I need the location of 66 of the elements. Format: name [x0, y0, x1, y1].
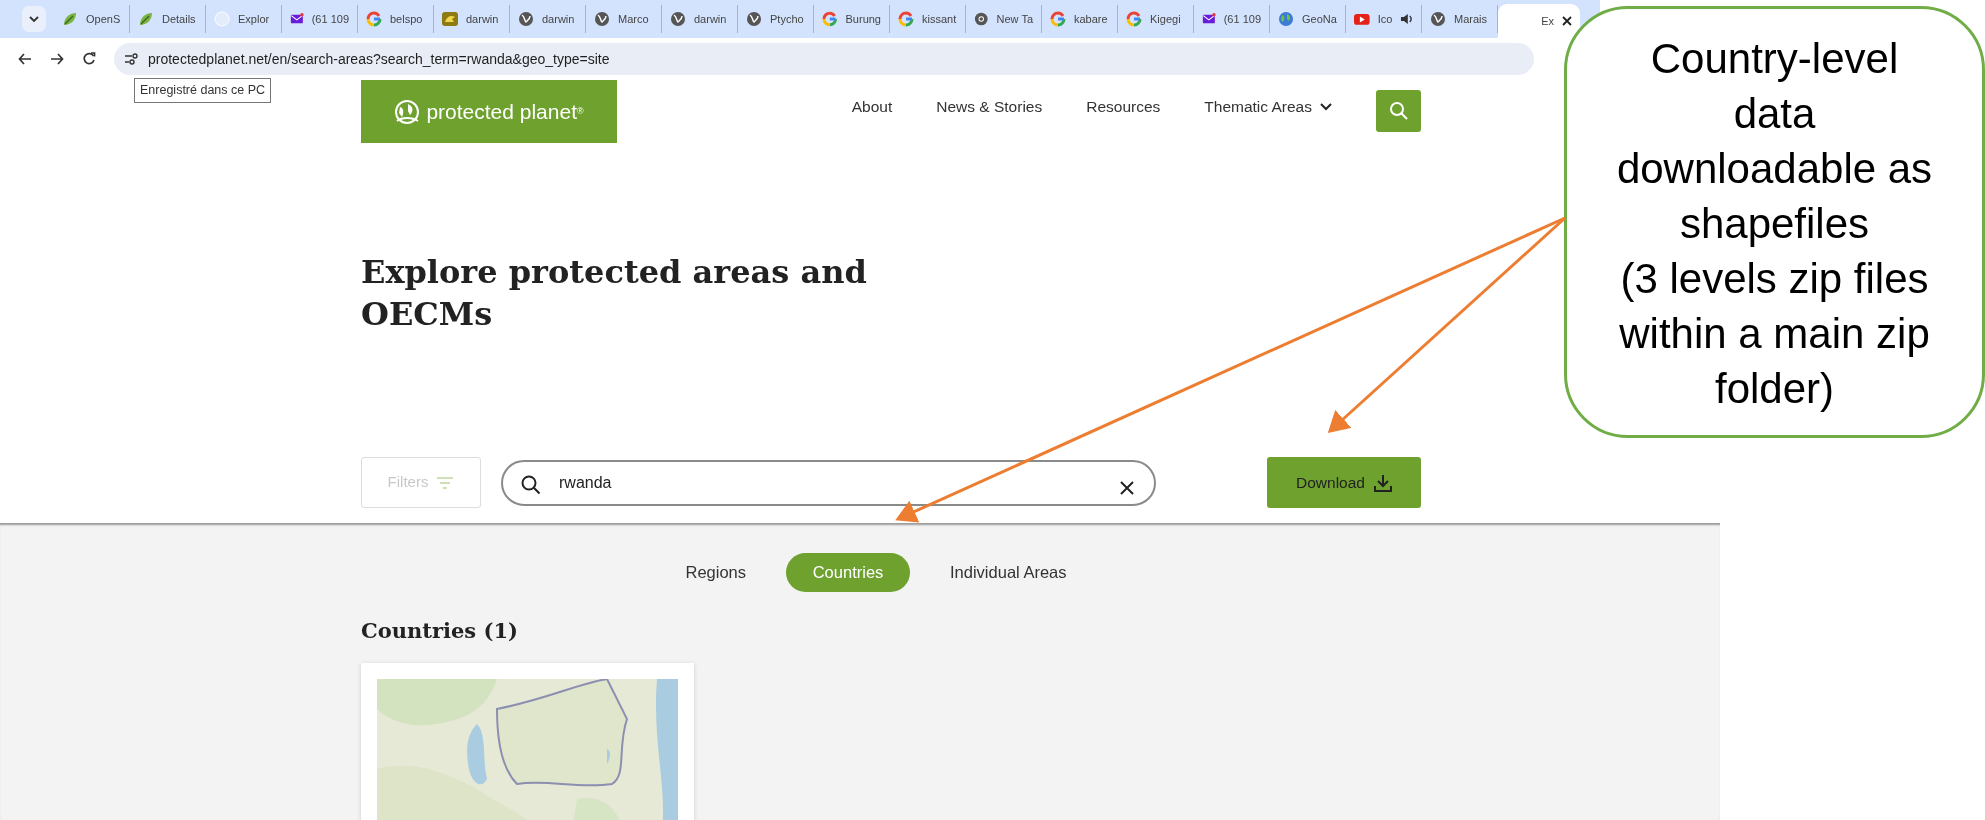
- search-field[interactable]: rwanda: [501, 459, 1156, 506]
- forward-icon[interactable]: [50, 52, 64, 66]
- browser-tab[interactable]: darwin: [662, 5, 738, 33]
- reload-icon[interactable]: [82, 52, 96, 66]
- globe-icon: [518, 11, 534, 27]
- download-icon: [1373, 473, 1392, 492]
- result-tab[interactable]: Individual Areas: [930, 553, 1087, 592]
- search-button[interactable]: [1376, 90, 1421, 132]
- close-icon[interactable]: [1562, 16, 1572, 26]
- back-icon[interactable]: [18, 52, 32, 66]
- play-icon: [1354, 11, 1370, 27]
- browser-tab[interactable]: kissant: [890, 5, 966, 33]
- browser-tab[interactable]: Explor: [206, 5, 282, 33]
- globe-icon: [1430, 11, 1446, 27]
- earth-icon: [1278, 11, 1294, 27]
- browser-tab[interactable]: Ico: [1346, 5, 1422, 33]
- speaker-icon: [1400, 13, 1413, 25]
- browser-tab[interactable]: darwin: [510, 5, 586, 33]
- callout-text: Country-level data downloadable as shapefiles (3 levels zip files within a main zip folder): [1615, 34, 1934, 414]
- browser-tab[interactable]: Kigegi: [1118, 5, 1194, 33]
- leaf-icon: [138, 11, 154, 27]
- browser-tab[interactable]: OpenS: [54, 5, 130, 33]
- browser-tab[interactable]: Ptycho: [738, 5, 814, 33]
- browser-tab[interactable]: Marco: [586, 5, 662, 33]
- browser-tab[interactable]: (61 109: [282, 5, 358, 33]
- leaf-icon: [62, 11, 78, 27]
- chevron-down-icon: [29, 15, 39, 23]
- browser-tab[interactable]: Burung: [814, 5, 890, 33]
- bird-icon: [442, 11, 458, 27]
- ring-icon: [822, 11, 838, 27]
- browser-tab[interactable]: darwin: [434, 5, 510, 33]
- ring-icon: [1126, 11, 1142, 27]
- globe-icon: [214, 11, 230, 27]
- browser-tab[interactable]: Marais: [1422, 5, 1498, 33]
- search-icon: [1388, 101, 1409, 121]
- nav-link[interactable]: News & Stories: [936, 95, 1043, 119]
- filter-icon: [436, 476, 455, 489]
- clear-icon[interactable]: [1120, 481, 1134, 496]
- browser-tab[interactable]: kabare: [1042, 5, 1118, 33]
- download-button[interactable]: Download: [1267, 457, 1421, 508]
- tab-list-button[interactable]: [22, 6, 46, 32]
- globe-icon: [746, 11, 762, 27]
- browser-tab[interactable]: GeoNa: [1270, 5, 1346, 33]
- ring-icon: [898, 11, 914, 27]
- browser-tab[interactable]: Details: [130, 5, 206, 33]
- nav-link[interactable]: Thematic Areas: [1204, 95, 1332, 119]
- ring-icon: [1050, 11, 1066, 27]
- tooltip: Enregistré dans ce PC: [134, 78, 272, 103]
- address-bar[interactable]: protectedplanet.net/en/search-areas?search_term=rwanda&geo_type=site: [114, 43, 1534, 75]
- browser-tab[interactable]: (61 109: [1194, 5, 1270, 33]
- section-heading: Countries (1): [361, 617, 519, 643]
- nav-link[interactable]: Resources: [1086, 95, 1161, 119]
- browser-tab[interactable]: belspo: [358, 5, 434, 33]
- globe-icon: [670, 11, 686, 27]
- page-title: Explore protected areas and OECMs: [361, 252, 868, 335]
- globe-icon: [394, 98, 421, 125]
- globe-icon: [594, 11, 610, 27]
- site-settings-icon[interactable]: [124, 53, 138, 65]
- nav-link[interactable]: About: [851, 95, 893, 119]
- search-icon: [521, 475, 541, 496]
- browser-tab[interactable]: Ex: [1498, 4, 1580, 38]
- ring-icon: [366, 11, 382, 27]
- result-tab[interactable]: Regions: [665, 553, 766, 592]
- chevron-down-icon: [1320, 102, 1332, 111]
- circle-icon: [974, 11, 989, 27]
- browser-tab[interactable]: New Ta: [966, 5, 1042, 33]
